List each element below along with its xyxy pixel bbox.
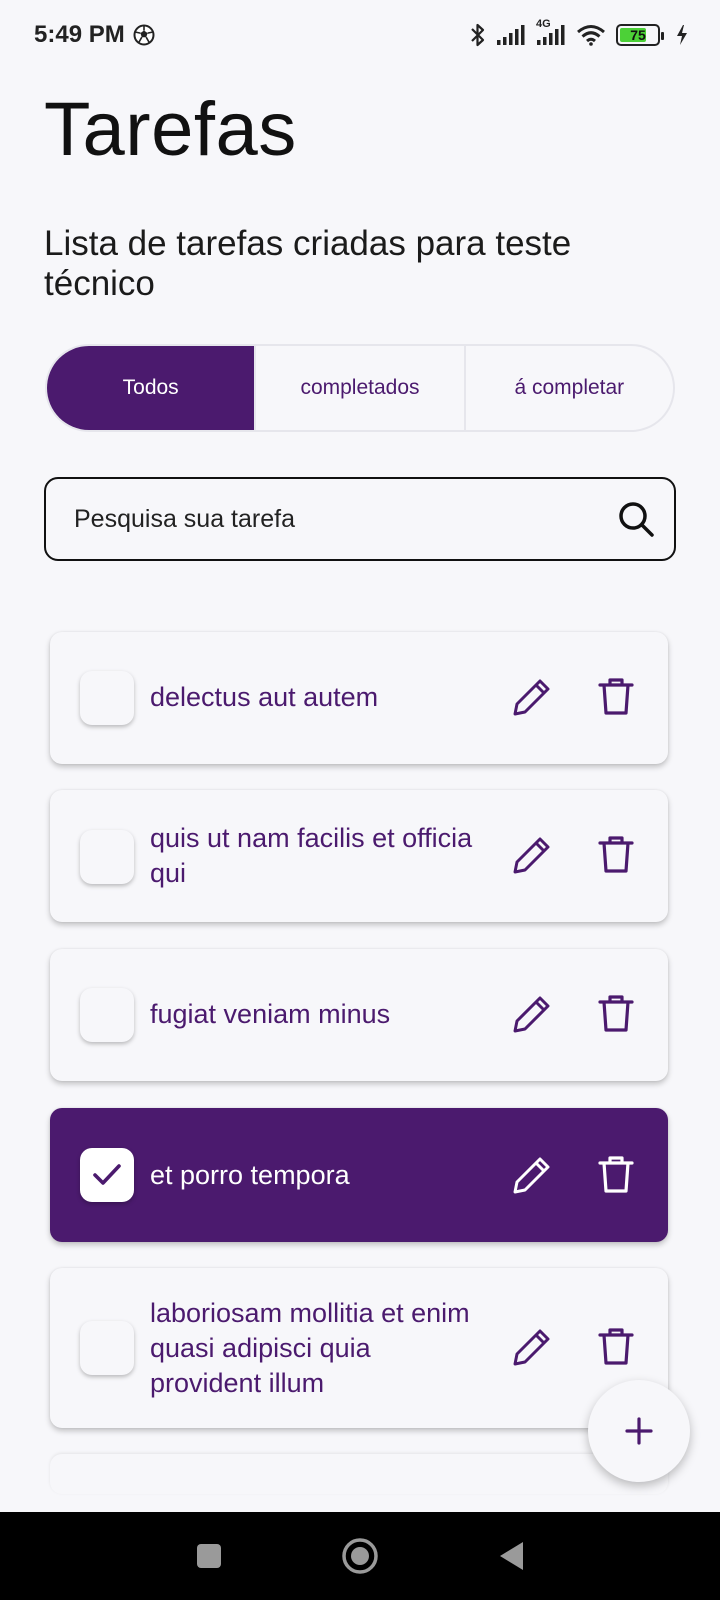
- task-card: laboriosam mollitia et enim quasi adipis…: [50, 1268, 668, 1428]
- trash-icon[interactable]: [591, 989, 641, 1039]
- screen: 5:49 PM 4G 75 Tarefas Lista de tarefas c…: [0, 0, 720, 1600]
- signal-icon: [496, 24, 526, 46]
- trash-icon[interactable]: [591, 1150, 641, 1200]
- trash-icon[interactable]: [591, 1322, 641, 1372]
- navigation-bar: [0, 1512, 720, 1600]
- check-icon: [92, 1162, 122, 1188]
- task-title: laboriosam mollitia et enim quasi adipis…: [150, 1298, 470, 1398]
- status-right: 4G 75: [470, 18, 688, 48]
- task-checkbox[interactable]: [80, 830, 134, 884]
- soccer-ball-icon: [133, 24, 155, 46]
- status-left: 5:49 PM: [34, 21, 155, 49]
- task-card-partial: [50, 1454, 668, 1494]
- charging-icon: [676, 24, 688, 46]
- back-button[interactable]: [497, 1540, 525, 1572]
- bluetooth-icon: [470, 22, 486, 48]
- task-card: delectus aut autem: [50, 632, 668, 764]
- signal-4g-icon: 4G: [536, 18, 566, 46]
- task-title: quis ut nam facilis et officia qui: [150, 823, 473, 888]
- home-button[interactable]: [341, 1537, 379, 1575]
- task-title: fugiat veniam minus: [150, 999, 391, 1029]
- task-title: et porro tempora: [150, 1160, 350, 1190]
- pencil-icon[interactable]: [507, 1150, 557, 1200]
- search-input[interactable]: [74, 504, 616, 534]
- tab-a-completar[interactable]: á completar: [463, 346, 673, 430]
- search-icon[interactable]: [616, 499, 656, 539]
- task-card: fugiat veniam minus: [50, 949, 668, 1081]
- task-checkbox[interactable]: [80, 1148, 134, 1202]
- task-title: delectus aut autem: [150, 682, 379, 712]
- filter-segmented-control: Todos completados á completar: [45, 344, 675, 432]
- task-checkbox[interactable]: [80, 988, 134, 1042]
- page-title: Tarefas: [44, 87, 297, 172]
- network-type: 4G: [536, 18, 551, 30]
- status-bar: 5:49 PM 4G 75: [0, 0, 720, 70]
- task-checkbox[interactable]: [80, 671, 134, 725]
- battery-label: 75: [630, 27, 646, 43]
- trash-icon[interactable]: [591, 672, 641, 722]
- pencil-icon[interactable]: [507, 1322, 557, 1372]
- plus-icon: [624, 1416, 654, 1446]
- pencil-icon[interactable]: [507, 830, 557, 880]
- add-task-button[interactable]: [588, 1380, 690, 1482]
- wifi-icon: [576, 24, 606, 46]
- tab-todos[interactable]: Todos: [47, 346, 255, 430]
- battery-icon: 75: [616, 24, 664, 46]
- status-time: 5:49 PM: [34, 21, 125, 48]
- task-card: quis ut nam facilis et officia qui: [50, 790, 668, 922]
- search-box: [44, 477, 676, 561]
- task-card: et porro tempora: [50, 1108, 668, 1242]
- page-subtitle: Lista de tarefas criadas para teste técn…: [44, 224, 572, 303]
- task-checkbox[interactable]: [80, 1321, 134, 1375]
- pencil-icon[interactable]: [507, 989, 557, 1039]
- pencil-icon[interactable]: [507, 672, 557, 722]
- trash-icon[interactable]: [591, 830, 641, 880]
- recents-button[interactable]: [195, 1542, 223, 1570]
- tab-completados[interactable]: completados: [254, 346, 463, 430]
